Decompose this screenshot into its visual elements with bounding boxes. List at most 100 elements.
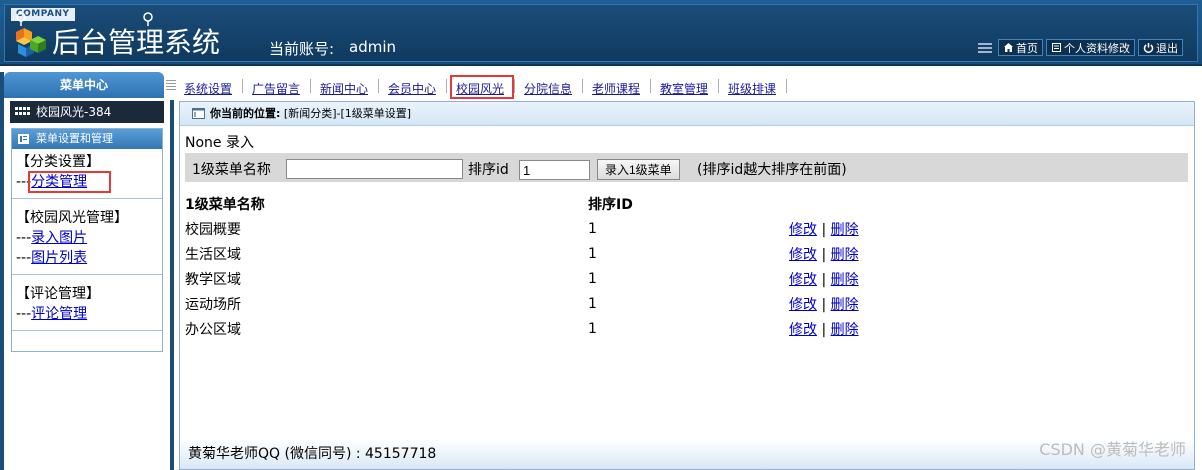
menu-panel-header: 菜单设置和管理 — [12, 129, 162, 149]
menu-item-prefix: --- — [16, 306, 32, 322]
nav-item-members[interactable]: 会员中心 — [388, 80, 436, 97]
sort-hint: (排序id越大排序在前面) — [697, 162, 847, 178]
delete-link[interactable]: 删除 — [831, 322, 859, 338]
col-header-name: 1级菜单名称 — [185, 196, 265, 213]
row-name: 运动场所 — [185, 296, 241, 313]
table-row: 运动场所 1 修改 | 删除 — [185, 291, 989, 316]
edit-link[interactable]: 修改 — [789, 247, 817, 263]
delete-link[interactable]: 删除 — [831, 222, 859, 238]
menu-item: ---分类管理 — [16, 172, 162, 192]
table-row: 校园概要 1 修改 | 删除 — [185, 216, 989, 241]
sidebar-divider — [170, 72, 174, 470]
nav-separator — [786, 79, 787, 93]
action-separator: | — [821, 221, 827, 238]
menu-item: ---录入图片 — [16, 228, 162, 248]
nav-separator — [718, 79, 719, 93]
profile-edit-button[interactable]: 个人资料修改 — [1046, 39, 1135, 56]
menu-panel: 菜单设置和管理 【分类设置】 ---分类管理 【校园风光管理】 ---录入图片 … — [11, 128, 163, 352]
menu-center-tab: 菜单中心 — [4, 72, 164, 98]
nav-item-campus[interactable]: 校园风光 — [456, 80, 504, 97]
action-separator: | — [821, 246, 827, 263]
table-row: 生活区域 1 修改 | 删除 — [185, 241, 989, 266]
action-separator: | — [821, 321, 827, 338]
nav-separator — [582, 79, 583, 93]
table-row: 教学区域 1 修改 | 删除 — [185, 266, 989, 291]
row-name: 办公区域 — [185, 321, 241, 338]
category-table: 1级菜单名称 排序ID 校园概要 1 修改 | 删除 生活区域 1 修改 | 删… — [185, 191, 989, 341]
table-header-row: 1级菜单名称 排序ID — [185, 191, 989, 216]
row-actions: 修改 | 删除 — [789, 216, 989, 241]
location-bar: 你当前的位置: [新闻分类]-[1级菜单设置] — [180, 102, 1194, 126]
menu-name-input[interactable] — [286, 159, 463, 179]
nav-item-branches[interactable]: 分院信息 — [524, 80, 572, 97]
add-menu-button[interactable]: 录入1级菜单 — [597, 159, 680, 180]
menu-item: ---图片列表 — [16, 248, 162, 268]
row-sort: 1 — [588, 245, 597, 262]
nav-separator — [242, 79, 243, 93]
window-icon — [192, 108, 205, 119]
grip-icon — [166, 80, 176, 90]
menu-item-prefix: --- — [16, 230, 32, 246]
watermark: CSDN @黄菊华老师 — [1039, 440, 1186, 459]
table-row: 办公区域 1 修改 | 删除 — [185, 316, 989, 341]
nav-separator — [650, 79, 651, 93]
image-list-link[interactable]: 图片列表 — [31, 250, 87, 266]
profile-edit-label: 个人资料修改 — [1064, 41, 1130, 55]
row-name: 校园概要 — [185, 221, 241, 238]
row-actions: 修改 | 删除 — [789, 291, 989, 316]
logout-button[interactable]: 退出 — [1138, 39, 1183, 56]
delete-link[interactable]: 删除 — [831, 297, 859, 313]
edit-link[interactable]: 修改 — [789, 222, 817, 238]
power-icon — [1143, 43, 1154, 53]
nav-separator — [446, 79, 447, 93]
nav-separator — [310, 79, 311, 93]
pin-icon — [143, 12, 153, 26]
home-button-label: 首页 — [1016, 41, 1038, 55]
menu-group-title: 【分类设置】 — [16, 154, 100, 170]
row-name: 生活区域 — [185, 246, 241, 263]
row-sort: 1 — [588, 220, 597, 237]
top-nav: 系统设置 广告留言 新闻中心 会员中心 校园风光 分院信息 老师课程 教室管理 … — [166, 72, 1202, 100]
app-header: COMPANY 后台管理系统 当前账号: admin 首页 个人资料修改 退出 — [0, 0, 1202, 66]
col-header-sort: 排序ID — [588, 196, 633, 213]
main-content: 你当前的位置: [新闻分类]-[1级菜单设置] None 录入 1级菜单名称 排… — [179, 101, 1195, 470]
menu-item: ---评论管理 — [16, 304, 162, 324]
nav-item-courses[interactable]: 老师课程 — [592, 80, 640, 97]
row-sort: 1 — [588, 270, 597, 287]
row-actions: 修改 | 删除 — [789, 266, 989, 291]
menu-item-prefix: --- — [16, 250, 32, 266]
menu-center-label: 菜单中心 — [59, 78, 108, 92]
home-button[interactable]: 首页 — [998, 39, 1043, 56]
menu-group-comments: 【评论管理】 ---评论管理 — [12, 275, 162, 331]
add-image-link[interactable]: 录入图片 — [31, 230, 87, 246]
account-label: 当前账号: — [269, 40, 335, 58]
nav-item-news[interactable]: 新闻中心 — [320, 80, 368, 97]
pin-icon — [16, 12, 26, 26]
menu-group-campus: 【校园风光管理】 ---录入图片 ---图片列表 — [12, 199, 162, 275]
menu-group-category: 【分类设置】 ---分类管理 — [12, 149, 162, 199]
current-section-bar[interactable]: 校园风光-384 — [10, 101, 164, 123]
location-label: 你当前的位置: — [210, 107, 281, 120]
row-name: 教学区域 — [185, 271, 241, 288]
nav-item-schedule[interactable]: 班级排课 — [728, 80, 776, 97]
comment-manage-link[interactable]: 评论管理 — [31, 306, 87, 322]
location-path: [新闻分类]-[1级菜单设置] — [283, 107, 412, 120]
row-actions: 修改 | 删除 — [789, 316, 989, 341]
edit-link[interactable]: 修改 — [789, 297, 817, 313]
nav-item-system-settings[interactable]: 系统设置 — [184, 80, 232, 97]
list-icon — [978, 42, 992, 53]
delete-link[interactable]: 删除 — [831, 272, 859, 288]
row-sort: 1 — [588, 295, 597, 312]
form-caption: None 录入 — [185, 135, 254, 151]
edit-link[interactable]: 修改 — [789, 322, 817, 338]
nav-item-classrooms[interactable]: 教室管理 — [660, 80, 708, 97]
current-section-label: 校园风光-384 — [36, 105, 112, 119]
delete-link[interactable]: 删除 — [831, 247, 859, 263]
menu-group-title: 【评论管理】 — [16, 286, 100, 302]
edit-link[interactable]: 修改 — [789, 272, 817, 288]
nav-item-ads[interactable]: 广告留言 — [252, 80, 300, 97]
menu-panel-title: 菜单设置和管理 — [36, 132, 113, 145]
category-manage-link[interactable]: 分类管理 — [31, 174, 87, 190]
header-actions: 首页 个人资料修改 退出 — [977, 38, 1183, 57]
sort-id-input[interactable] — [519, 160, 590, 180]
